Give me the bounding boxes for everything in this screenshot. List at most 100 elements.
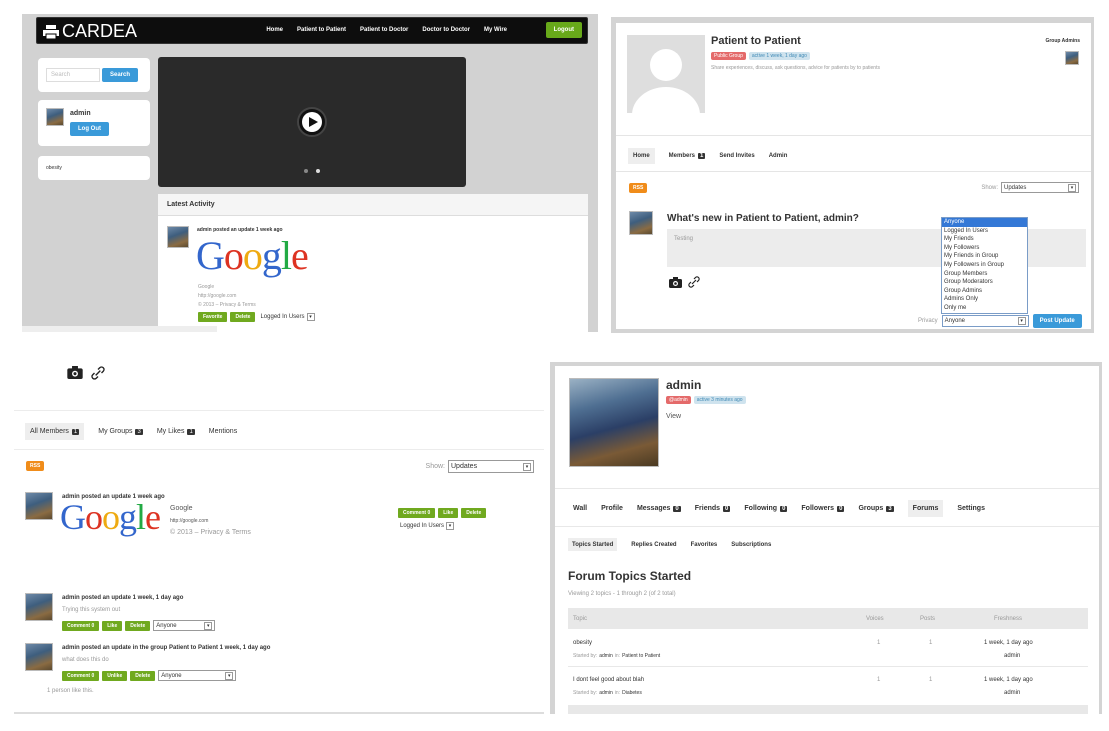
log-out-button[interactable]: Log Out (70, 122, 109, 136)
nav-patient-to-doctor[interactable]: Patient to Doctor (360, 27, 408, 33)
profile-badges: @admin active 3 minutes ago (666, 396, 746, 404)
unlike-button[interactable]: Unlike (102, 670, 128, 681)
comment-button[interactable]: Comment 0 (62, 620, 100, 631)
privacy-select[interactable]: Logged In Users ▾ (258, 313, 317, 321)
privacy-option[interactable]: Logged In Users (942, 227, 1027, 236)
tab-settings[interactable]: Settings (957, 500, 985, 517)
search-button[interactable]: Search (102, 68, 139, 82)
privacy-select[interactable]: Logged In Users ▾ (398, 520, 457, 530)
link-icon[interactable] (688, 276, 700, 290)
privacy-select[interactable]: Anyone ▾ (153, 620, 216, 631)
privacy-option[interactable]: Anyone (942, 218, 1027, 227)
privacy-option[interactable]: Group Admins (942, 287, 1027, 296)
search-input[interactable]: Search (46, 68, 100, 82)
avatar[interactable] (25, 593, 53, 621)
delete-button[interactable]: Delete (461, 508, 487, 518)
show-select[interactable]: Updates ▾ (448, 460, 534, 473)
subtab-topics-started[interactable]: Topics Started (568, 538, 618, 551)
tab-send-invites[interactable]: Send Invites (719, 148, 754, 164)
tab-messages[interactable]: Messages 0 (637, 500, 681, 517)
tab-my-likes[interactable]: My Likes 1 (157, 423, 195, 440)
tab-wall[interactable]: Wall (573, 500, 587, 517)
post-update-button[interactable]: Post Update (1032, 314, 1082, 328)
tab-followers[interactable]: Followers 0 (801, 500, 845, 517)
rss-button[interactable]: RSS (629, 183, 648, 193)
avatar[interactable] (629, 211, 653, 235)
started-by-label: Started by: (573, 653, 598, 659)
google-logo[interactable]: Google (196, 232, 309, 279)
privacy-option[interactable]: My Followers (942, 244, 1027, 253)
subtab-subscriptions[interactable]: Subscriptions (731, 538, 771, 551)
privacy-option[interactable]: Admins Only (942, 295, 1027, 304)
nav-my-wire[interactable]: My Wire (484, 27, 507, 33)
privacy-select[interactable]: Anyone ▾ (158, 670, 237, 681)
tag-obesity[interactable]: obesity (46, 165, 62, 171)
author-link[interactable]: admin (599, 653, 613, 659)
freshness-author[interactable]: admin (1004, 653, 1020, 659)
comment-button[interactable]: Comment 0 (62, 670, 100, 681)
profile-tabs: Wall Profile Messages 0 Friends 0 Followin… (573, 500, 985, 517)
topic-link[interactable]: obesity (573, 640, 592, 646)
like-button[interactable]: Like (102, 620, 123, 631)
camera-icon[interactable] (669, 277, 682, 291)
topic-link[interactable]: I dont feel good about blah (573, 677, 644, 683)
play-icon[interactable] (297, 107, 327, 137)
tab-members[interactable]: Members 1 (669, 148, 706, 164)
logout-button[interactable]: Logout (545, 22, 582, 38)
slider-dot-1[interactable] (304, 169, 308, 173)
comment-button[interactable]: Comment 0 (398, 508, 436, 518)
freshness-link[interactable]: 1 week, 1 day ago (984, 640, 1033, 646)
avatar[interactable] (1065, 51, 1079, 65)
freshness-author[interactable]: admin (1004, 690, 1020, 696)
privacy-option[interactable]: My Friends in Group (942, 252, 1027, 261)
delete-button[interactable]: Delete (230, 312, 256, 322)
privacy-option[interactable]: Group Moderators (942, 278, 1027, 287)
delete-button[interactable]: Delete (130, 670, 156, 681)
group-link[interactable]: Diabetes (622, 690, 642, 696)
privacy-option[interactable]: Only me (942, 304, 1027, 313)
show-select[interactable]: Updates ▾ (1001, 182, 1079, 193)
avatar[interactable] (25, 492, 53, 520)
cardea-logo[interactable]: CARDEA (43, 21, 137, 42)
view-link[interactable]: View (666, 413, 681, 420)
privacy-option[interactable]: My Followers in Group (942, 261, 1027, 270)
profile-avatar[interactable] (569, 378, 659, 467)
privacy-option[interactable]: My Friends (942, 235, 1027, 244)
avatar[interactable] (25, 643, 53, 671)
author-link[interactable]: admin (599, 690, 613, 696)
tab-home[interactable]: Home (628, 148, 655, 164)
google-url[interactable]: http://google.com (170, 518, 208, 524)
subtab-replies-created[interactable]: Replies Created (631, 538, 676, 551)
username[interactable]: admin (70, 110, 91, 117)
tab-groups[interactable]: Groups 3 (858, 500, 894, 517)
tab-friends[interactable]: Friends 0 (695, 500, 731, 517)
tab-forums[interactable]: Forums (907, 500, 944, 517)
tab-following[interactable]: Following 0 (744, 500, 788, 517)
nav-home[interactable]: Home (266, 27, 283, 33)
nav-patient-to-patient[interactable]: Patient to Patient (297, 27, 346, 33)
camera-icon[interactable] (67, 366, 83, 381)
rss-button[interactable]: RSS (26, 461, 45, 471)
slider-dot-2[interactable] (316, 169, 320, 173)
avatar[interactable] (167, 226, 189, 248)
video-slider[interactable] (158, 57, 466, 187)
tab-my-groups[interactable]: My Groups 3 (98, 423, 143, 440)
freshness-link[interactable]: 1 week, 1 day ago (984, 677, 1033, 683)
group-link[interactable]: Patient to Patient (622, 653, 660, 659)
google-url[interactable]: http://google.com (198, 292, 256, 301)
tab-all-members[interactable]: All Members 1 (25, 423, 85, 440)
favorite-button[interactable]: Favorite (198, 312, 228, 322)
like-button[interactable]: Like (438, 508, 459, 518)
tab-mentions[interactable]: Mentions (209, 423, 237, 440)
link-icon[interactable] (91, 366, 105, 382)
delete-button[interactable]: Delete (125, 620, 151, 631)
avatar[interactable] (46, 108, 64, 126)
tab-admin[interactable]: Admin (769, 148, 788, 164)
group-admins-label: Group Admins (1045, 38, 1080, 44)
privacy-option[interactable]: Group Members (942, 270, 1027, 279)
tab-profile[interactable]: Profile (601, 500, 623, 517)
privacy-select[interactable]: Anyone ▾ (941, 315, 1029, 327)
subtab-favorites[interactable]: Favorites (691, 538, 718, 551)
nav-doctor-to-doctor[interactable]: Doctor to Doctor (422, 27, 470, 33)
google-logo[interactable]: Google (60, 496, 161, 538)
